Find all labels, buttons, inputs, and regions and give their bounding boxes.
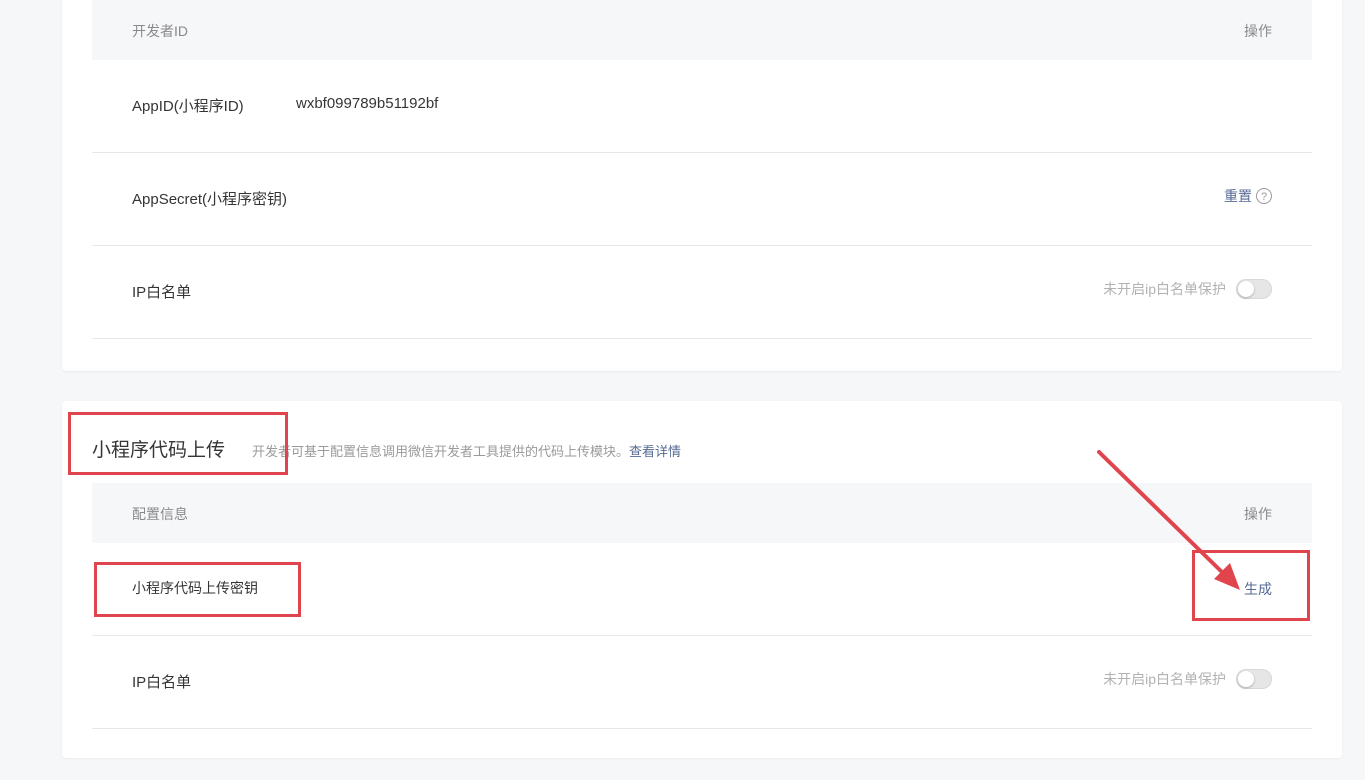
ip-whitelist-status: 未开启ip白名单保护: [1103, 281, 1226, 297]
toggle-knob: [1238, 671, 1254, 687]
header-developer-id: 开发者ID: [132, 23, 188, 39]
upload-key-label: 小程序代码上传密钥: [132, 580, 258, 596]
row-appsecret: AppSecret(小程序密钥) 重置 ?: [92, 153, 1312, 246]
developer-id-card: 开发者ID 操作 AppID(小程序ID) wxbf099789b51192bf…: [62, 0, 1342, 371]
header-actions: 操作: [1244, 506, 1272, 522]
appsecret-actions: 重置 ?: [1224, 186, 1272, 206]
header-config-info: 配置信息: [132, 506, 188, 522]
reset-appsecret-link[interactable]: 重置: [1224, 186, 1252, 206]
ip-whitelist-controls: 未开启ip白名单保护: [1103, 669, 1272, 689]
header-actions: 操作: [1244, 23, 1272, 39]
code-upload-card: 小程序代码上传 开发者可基于配置信息调用微信开发者工具提供的代码上传模块。查看详…: [62, 401, 1342, 758]
generate-key-link[interactable]: 生成: [1244, 579, 1272, 599]
help-circle-icon[interactable]: ?: [1256, 188, 1272, 204]
appid-value: wxbf099789b51192bf: [296, 95, 439, 112]
row-appid: AppID(小程序ID) wxbf099789b51192bf: [92, 60, 1312, 153]
row-upload-key: 小程序代码上传密钥 生成: [92, 543, 1312, 636]
ip-whitelist-toggle[interactable]: [1236, 279, 1272, 299]
ip-whitelist-label: IP白名单: [132, 674, 192, 691]
appsecret-label: AppSecret(小程序密钥): [132, 191, 288, 208]
ip-whitelist-status: 未开启ip白名单保护: [1103, 671, 1226, 687]
config-table-header: 配置信息 操作: [92, 483, 1312, 543]
ip-whitelist-toggle[interactable]: [1236, 669, 1272, 689]
ip-whitelist-label: IP白名单: [132, 284, 192, 301]
section-description-text: 开发者可基于配置信息调用微信开发者工具提供的代码上传模块。: [252, 444, 630, 459]
toggle-knob: [1238, 281, 1254, 297]
upload-key-actions: 生成: [1244, 579, 1272, 599]
section-title: 小程序代码上传: [92, 440, 226, 461]
view-details-link[interactable]: 查看详情: [629, 444, 681, 459]
row-ip-whitelist: IP白名单 未开启ip白名单保护: [92, 246, 1312, 339]
ip-whitelist-controls: 未开启ip白名单保护: [1103, 279, 1272, 299]
row-ip-whitelist-upload: IP白名单 未开启ip白名单保护: [92, 636, 1312, 729]
developer-table-header: 开发者ID 操作: [92, 0, 1312, 60]
section-description: 开发者可基于配置信息调用微信开发者工具提供的代码上传模块。查看详情: [252, 441, 681, 460]
appid-label: AppID(小程序ID): [132, 98, 244, 115]
